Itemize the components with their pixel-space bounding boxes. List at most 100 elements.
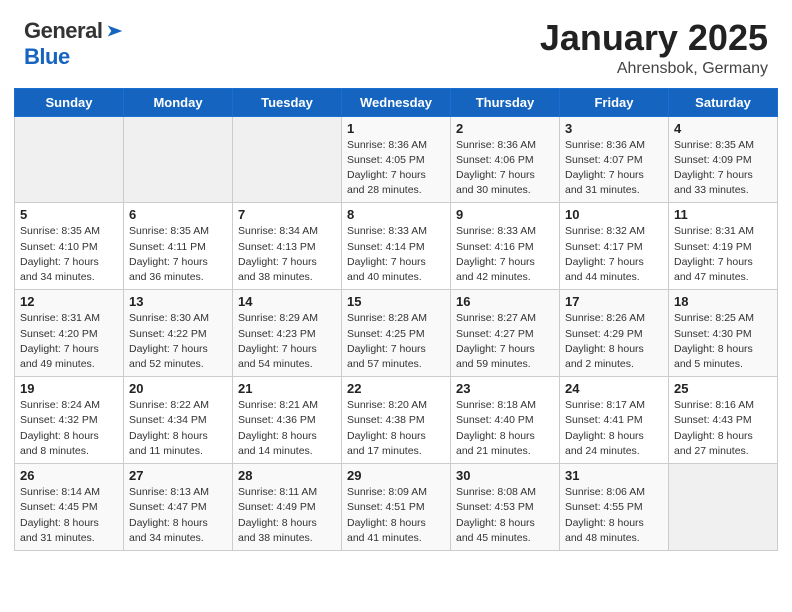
calendar-cell: 15Sunrise: 8:28 AMSunset: 4:25 PMDayligh… [342, 290, 451, 377]
sunset-text: Sunset: 4:13 PM [238, 241, 316, 253]
calendar-cell: 10Sunrise: 8:32 AMSunset: 4:17 PMDayligh… [560, 203, 669, 290]
sunset-text: Sunset: 4:07 PM [565, 154, 643, 166]
day-number: 15 [347, 294, 445, 309]
calendar-header-row: SundayMondayTuesdayWednesdayThursdayFrid… [15, 88, 778, 116]
day-number: 28 [238, 468, 336, 483]
sunset-text: Sunset: 4:23 PM [238, 328, 316, 340]
day-number: 29 [347, 468, 445, 483]
daylight-text: Daylight: 7 hours and 49 minutes. [20, 343, 99, 370]
daylight-text: Daylight: 7 hours and 40 minutes. [347, 256, 426, 283]
calendar-week-row: 1Sunrise: 8:36 AMSunset: 4:05 PMDaylight… [15, 116, 778, 203]
sunset-text: Sunset: 4:25 PM [347, 328, 425, 340]
daylight-text: Daylight: 8 hours and 14 minutes. [238, 430, 317, 457]
calendar-cell: 31Sunrise: 8:06 AMSunset: 4:55 PMDayligh… [560, 464, 669, 551]
calendar-header-thursday: Thursday [451, 88, 560, 116]
day-info: Sunrise: 8:11 AMSunset: 4:49 PMDaylight:… [238, 485, 336, 546]
calendar-header-tuesday: Tuesday [233, 88, 342, 116]
calendar-cell: 29Sunrise: 8:09 AMSunset: 4:51 PMDayligh… [342, 464, 451, 551]
day-info: Sunrise: 8:33 AM Sunset: 4:16 PM Daylight:… [456, 224, 554, 285]
calendar-cell: 16 Sunrise: 8:27 AMSunset: 4:27 PMDayligh… [451, 290, 560, 377]
day-info: Sunrise: 8:35 AMSunset: 4:11 PMDaylight:… [129, 224, 227, 285]
day-number: 30 [456, 468, 554, 483]
calendar-cell: 27Sunrise: 8:13 AMSunset: 4:47 PMDayligh… [124, 464, 233, 551]
day-number: 19 [20, 381, 118, 396]
calendar-cell: 6 Sunrise: 8:35 AMSunset: 4:11 PMDaylight… [124, 203, 233, 290]
sunrise-text: Sunrise: 8:33 AM [456, 225, 536, 237]
day-number: 24 [565, 381, 663, 396]
day-info: Sunrise: 8:36 AMSunset: 4:07 PMDaylight:… [565, 138, 663, 199]
sunset-text: Sunset: 4:17 PM [565, 241, 643, 253]
day-number: 6 [129, 207, 227, 222]
sunrise-text: Sunrise: 8:22 AM [129, 399, 209, 411]
sunset-text: Sunset: 4:20 PM [20, 328, 98, 340]
sunset-text: Sunset: 4:40 PM [456, 414, 534, 426]
sunset-text: Sunset: 4:43 PM [674, 414, 752, 426]
day-number: 16 [456, 294, 554, 309]
sunrise-text: Sunrise: 8:24 AM [20, 399, 100, 411]
day-info: Sunrise: 8:20 AMSunset: 4:38 PMDaylight:… [347, 398, 445, 459]
daylight-text: Daylight: 7 hours and 34 minutes. [20, 256, 99, 283]
calendar-header-sunday: Sunday [15, 88, 124, 116]
sunset-text: Sunset: 4:09 PM [674, 154, 752, 166]
day-info: Sunrise: 8:36 AMSunset: 4:06 PMDaylight:… [456, 138, 554, 199]
day-number: 25 [674, 381, 772, 396]
daylight-text: Daylight: 7 hours and 30 minutes. [456, 169, 535, 196]
sunrise-text: Sunrise: 8:36 AM [565, 139, 645, 151]
daylight-text: Daylight: 7 hours and 54 minutes. [238, 343, 317, 370]
calendar-cell: 4Sunrise: 8:35 AMSunset: 4:09 PMDaylight… [669, 116, 778, 203]
calendar-cell: 12Sunrise: 8:31 AMSunset: 4:20 PMDayligh… [15, 290, 124, 377]
sunset-text: Sunset: 4:45 PM [20, 501, 98, 513]
daylight-text: Daylight: 7 hours and 52 minutes. [129, 343, 208, 370]
day-number: 22 [347, 381, 445, 396]
calendar-cell: 24Sunrise: 8:17 AMSunset: 4:41 PMDayligh… [560, 377, 669, 464]
sunset-text: Sunset: 4:29 PM [565, 328, 643, 340]
calendar-week-row: 26Sunrise: 8:14 AMSunset: 4:45 PMDayligh… [15, 464, 778, 551]
calendar-cell: 26Sunrise: 8:14 AMSunset: 4:45 PMDayligh… [15, 464, 124, 551]
daylight-text: Daylight: 7 hours and 42 minutes. [456, 256, 535, 283]
sunset-text: Sunset: 4:38 PM [347, 414, 425, 426]
day-info: Sunrise: 8:34 AMSunset: 4:13 PMDaylight:… [238, 224, 336, 285]
calendar-cell [233, 116, 342, 203]
calendar-cell: 28 Sunrise: 8:11 AMSunset: 4:49 PMDayligh… [233, 464, 342, 551]
daylight-text: Daylight: 8 hours and 11 minutes. [129, 430, 208, 457]
calendar-cell: 21Sunrise: 8:21 AMSunset: 4:36 PMDayligh… [233, 377, 342, 464]
daylight-text: Daylight: 7 hours and 28 minutes. [347, 169, 426, 196]
calendar-week-row: 12Sunrise: 8:31 AMSunset: 4:20 PMDayligh… [15, 290, 778, 377]
sunset-text: Sunset: 4:32 PM [20, 414, 98, 426]
calendar-cell: 23Sunrise: 8:18 AMSunset: 4:40 PMDayligh… [451, 377, 560, 464]
calendar-cell [15, 116, 124, 203]
sunrise-text: Sunrise: 8:35 AM [674, 139, 754, 151]
daylight-text: Daylight: 8 hours and 2 minutes. [565, 343, 644, 370]
sunset-text: Sunset: 4:47 PM [129, 501, 207, 513]
day-info: Sunrise: 8:35 AMSunset: 4:10 PMDaylight:… [20, 224, 118, 285]
calendar-cell: 8Sunrise: 8:33 AMSunset: 4:14 PMDaylight… [342, 203, 451, 290]
day-info: Sunrise: 8:32 AMSunset: 4:17 PMDaylight:… [565, 224, 663, 285]
day-number: 31 [565, 468, 663, 483]
daylight-text: Daylight: 8 hours and 38 minutes. [238, 517, 317, 544]
day-info: Sunrise: 8:29 AMSunset: 4:23 PMDaylight:… [238, 311, 336, 372]
calendar-cell: 20Sunrise: 8:22 AMSunset: 4:34 PMDayligh… [124, 377, 233, 464]
day-number: 21 [238, 381, 336, 396]
sunrise-text: Sunrise: 8:34 AM [238, 225, 318, 237]
daylight-text: Daylight: 8 hours and 5 minutes. [674, 343, 753, 370]
logo: General Blue [24, 18, 126, 70]
day-info: Sunrise: 8:16 AMSunset: 4:43 PMDaylight:… [674, 398, 772, 459]
sunrise-text: Sunrise: 8:35 AM [20, 225, 100, 237]
sunset-text: Sunset: 4:06 PM [456, 154, 534, 166]
day-info: Sunrise: 8:33 AMSunset: 4:14 PMDaylight:… [347, 224, 445, 285]
calendar-cell: 14Sunrise: 8:29 AMSunset: 4:23 PMDayligh… [233, 290, 342, 377]
calendar-table: SundayMondayTuesdayWednesdayThursdayFrid… [14, 88, 778, 551]
sunrise-text: Sunrise: 8:33 AM [347, 225, 427, 237]
title-block: January 2025 Ahrensbok, Germany [540, 18, 768, 78]
sunset-text: Sunset: 4:36 PM [238, 414, 316, 426]
day-info: Sunrise: 8:27 AMSunset: 4:27 PMDaylight:… [456, 311, 554, 372]
calendar-header-wednesday: Wednesday [342, 88, 451, 116]
sunrise-text: Sunrise: 8:18 AM [456, 399, 536, 411]
day-number: 17 [565, 294, 663, 309]
day-info: Sunrise: 8:35 AMSunset: 4:09 PMDaylight:… [674, 138, 772, 199]
sunrise-text: Sunrise: 8:32 AM [565, 225, 645, 237]
day-number: 20 [129, 381, 227, 396]
daylight-text: Daylight: 8 hours and 45 minutes. [456, 517, 535, 544]
sunrise-text: Sunrise: 8:09 AM [347, 486, 427, 498]
sunset-text: Sunset: 4:16 PM [456, 241, 534, 253]
